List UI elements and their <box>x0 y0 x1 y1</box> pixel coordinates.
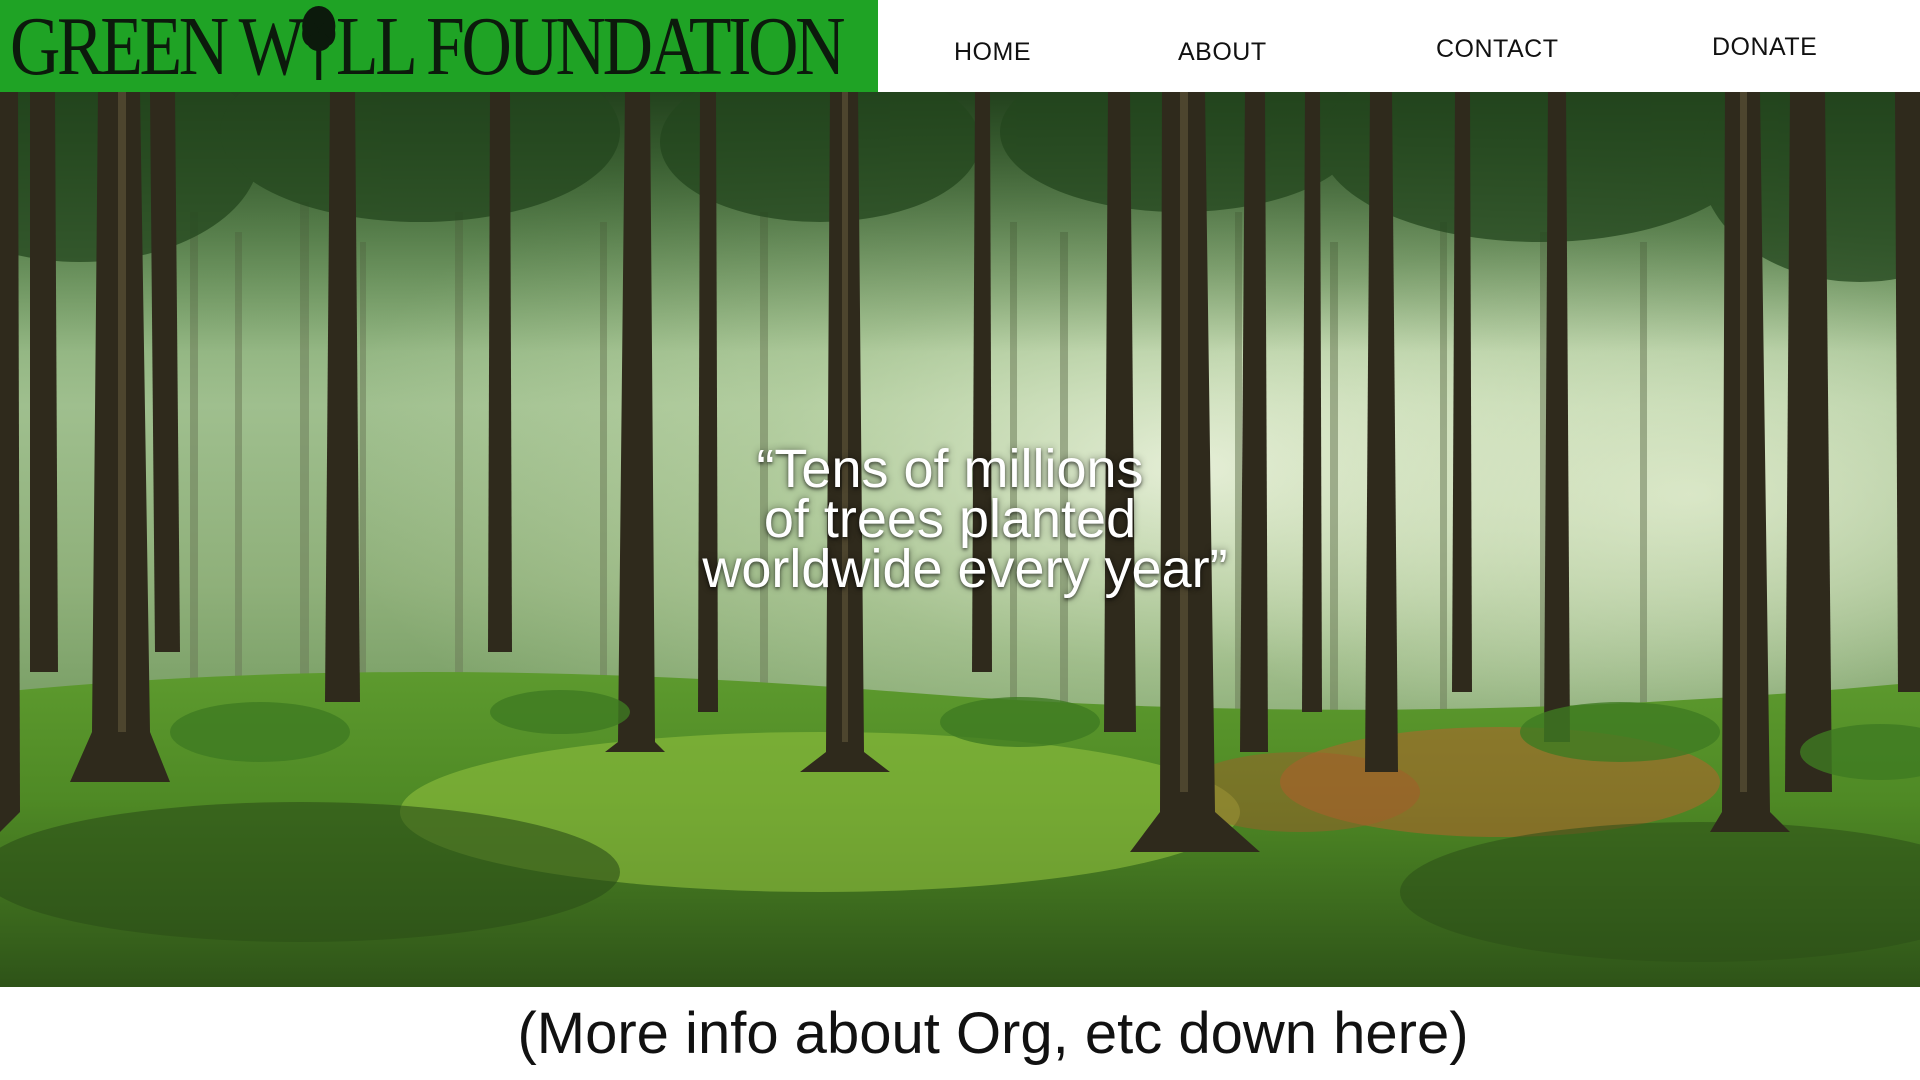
forest-background-image <box>0 92 1920 987</box>
site-logo[interactable]: GREEN W LL FOUNDATION <box>0 0 878 92</box>
site-header: GREEN W LL FOUNDATION HOME ABOUT CONTACT… <box>0 0 1920 92</box>
logo-text: GREEN W LL FOUNDATION <box>10 4 845 89</box>
hero-section: “Tens of millions of trees planted world… <box>0 92 1920 987</box>
nav-donate-link[interactable]: DONATE <box>1712 33 1817 62</box>
logo-text-end: LL FOUNDATION <box>335 0 845 93</box>
nav-contact-link[interactable]: CONTACT <box>1436 35 1558 64</box>
nav-about-link[interactable]: ABOUT <box>1178 38 1267 67</box>
more-info-text: (More info about Org, etc down here) <box>517 1001 1469 1066</box>
main-nav: HOME ABOUT CONTACT DONATE <box>878 0 1920 92</box>
tree-icon <box>299 4 337 80</box>
more-info-section: (More info about Org, etc down here) <box>0 987 1920 1080</box>
nav-home-link[interactable]: HOME <box>954 38 1031 67</box>
logo-text-start: GREEN W <box>10 0 304 93</box>
